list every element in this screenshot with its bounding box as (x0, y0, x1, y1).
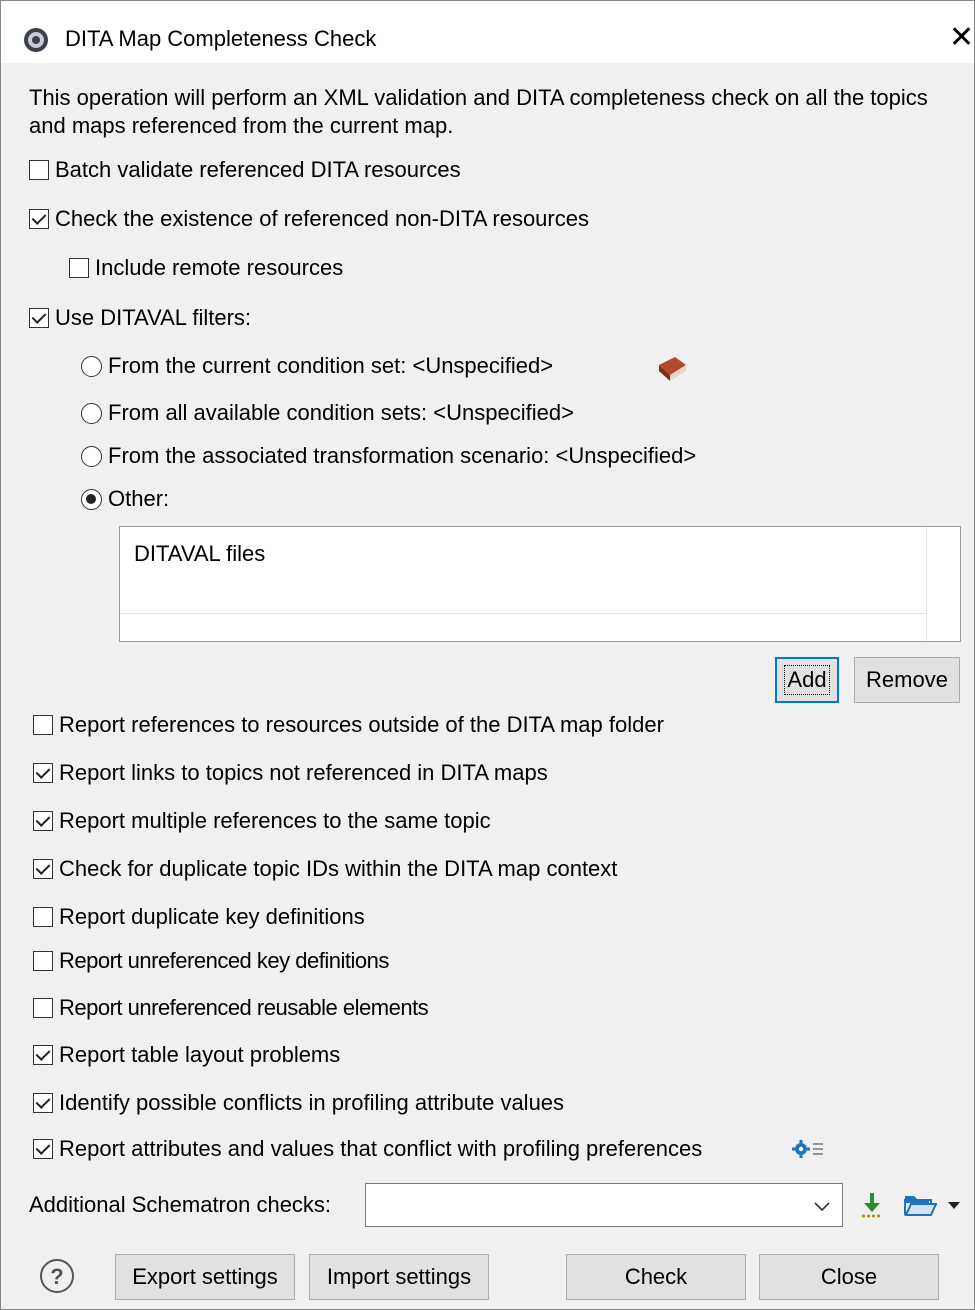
schematron-label: Additional Schematron checks: (29, 1192, 332, 1217)
option-label: From the associated transformation scena… (108, 443, 697, 468)
gear-list-icon[interactable] (791, 1138, 825, 1160)
dialog: DITA Map Completeness Check ✕ This opera… (0, 0, 975, 1310)
report-multiple-refs-option[interactable]: Report multiple references to the same t… (33, 806, 491, 836)
radio-current-condition-set[interactable] (81, 355, 102, 377)
profiling-conflicts-checkbox[interactable] (33, 1093, 53, 1113)
unreferenced-reusable-checkbox[interactable] (33, 998, 53, 1018)
settings-app-icon (24, 28, 48, 52)
option-label: Report unreferenced key definitions (59, 948, 389, 973)
ditaval-files-list[interactable]: DITAVAL files (119, 526, 961, 642)
option-label: Identify possible conflicts in profiling… (59, 1090, 565, 1115)
unreferenced-reusable-option[interactable]: Report unreferenced reusable elements (33, 993, 429, 1023)
option-label: Check the existence of referenced non-DI… (55, 206, 589, 231)
include-remote-option[interactable]: Include remote resources (69, 253, 343, 283)
profiling-preferences-checkbox[interactable] (33, 1139, 53, 1159)
duplicate-topic-ids-checkbox[interactable] (33, 859, 53, 879)
option-label: Other: (108, 486, 170, 511)
report-unreferenced-links-checkbox[interactable] (33, 763, 53, 783)
report-outside-folder-option[interactable]: Report references to resources outside o… (33, 710, 664, 740)
check-non-dita-option[interactable]: Check the existence of referenced non-DI… (29, 204, 589, 234)
svg-text:?: ? (50, 1264, 63, 1289)
include-remote-checkbox[interactable] (69, 258, 89, 278)
report-unreferenced-links-option[interactable]: Report links to topics not referenced in… (33, 758, 548, 788)
duplicate-key-defs-checkbox[interactable] (33, 907, 53, 927)
table-layout-checkbox[interactable] (33, 1045, 53, 1065)
option-label: From the current condition set: <Unspeci… (108, 353, 554, 378)
option-label: Report links to topics not referenced in… (59, 760, 548, 785)
option-label: Report references to resources outside o… (59, 712, 664, 737)
ditaval-filters-option[interactable]: Use DITAVAL filters: (29, 303, 251, 333)
filter-all-condition-sets[interactable]: From all available condition sets: <Unsp… (81, 398, 574, 428)
check-button[interactable]: Check (566, 1254, 746, 1300)
filter-other[interactable]: Other: (81, 484, 169, 514)
radio-all-condition-sets[interactable] (81, 402, 102, 424)
radio-other[interactable] (81, 488, 102, 510)
option-label: Use DITAVAL filters: (55, 305, 252, 330)
duplicate-topic-ids-option[interactable]: Check for duplicate topic IDs within the… (33, 854, 617, 884)
dialog-title: DITA Map Completeness Check (65, 26, 377, 51)
folder-open-icon[interactable] (903, 1191, 937, 1217)
download-icon[interactable] (859, 1191, 885, 1219)
option-label: Report attributes and values that confli… (59, 1136, 703, 1161)
schematron-combo[interactable] (365, 1183, 843, 1227)
list-divider (120, 613, 926, 614)
batch-validate-option[interactable]: Batch validate referenced DITA resources (29, 155, 461, 185)
list-header: DITAVAL files (134, 541, 266, 566)
radio-transformation-scenario[interactable] (81, 445, 102, 467)
remove-button[interactable]: Remove (854, 657, 960, 703)
option-label: From all available condition sets: <Unsp… (108, 400, 574, 425)
option-label: Batch validate referenced DITA resources (55, 157, 461, 182)
filter-current-condition-set[interactable]: From the current condition set: <Unspeci… (81, 351, 553, 381)
close-button[interactable]: Close (759, 1254, 939, 1300)
table-layout-option[interactable]: Report table layout problems (33, 1040, 340, 1070)
option-label: Report duplicate key definitions (59, 904, 365, 929)
chevron-down-icon[interactable] (812, 1196, 832, 1216)
dropdown-arrow-icon[interactable] (946, 1199, 962, 1211)
duplicate-key-defs-option[interactable]: Report duplicate key definitions (33, 902, 365, 932)
option-label: Check for duplicate topic IDs within the… (59, 856, 618, 881)
check-non-dita-checkbox[interactable] (29, 209, 49, 229)
add-button[interactable]: Add (775, 657, 839, 703)
report-outside-folder-checkbox[interactable] (33, 715, 53, 735)
close-icon[interactable]: ✕ (949, 23, 974, 53)
unreferenced-key-defs-option[interactable]: Report unreferenced key definitions (33, 946, 389, 976)
help-icon[interactable]: ? (39, 1258, 75, 1294)
description: This operation will perform an XML valid… (29, 85, 928, 138)
profiling-conflicts-option[interactable]: Identify possible conflicts in profiling… (33, 1088, 564, 1118)
option-label: Report unreferenced reusable elements (59, 995, 429, 1020)
list-divider (926, 527, 927, 641)
unreferenced-key-defs-checkbox[interactable] (33, 951, 53, 971)
option-label: Include remote resources (95, 255, 344, 280)
ditaval-filters-checkbox[interactable] (29, 308, 49, 328)
profiling-preferences-option[interactable]: Report attributes and values that confli… (33, 1134, 702, 1164)
filter-transformation-scenario[interactable]: From the associated transformation scena… (81, 441, 696, 471)
report-multiple-refs-checkbox[interactable] (33, 811, 53, 831)
option-label: Report table layout problems (59, 1042, 341, 1067)
export-settings-button[interactable]: Export settings (115, 1254, 295, 1300)
book-icon[interactable] (655, 355, 689, 383)
batch-validate-checkbox[interactable] (29, 160, 49, 180)
option-label: Report multiple references to the same t… (59, 808, 491, 833)
import-settings-button[interactable]: Import settings (309, 1254, 489, 1300)
title-bar: DITA Map Completeness Check ✕ (1, 1, 974, 63)
